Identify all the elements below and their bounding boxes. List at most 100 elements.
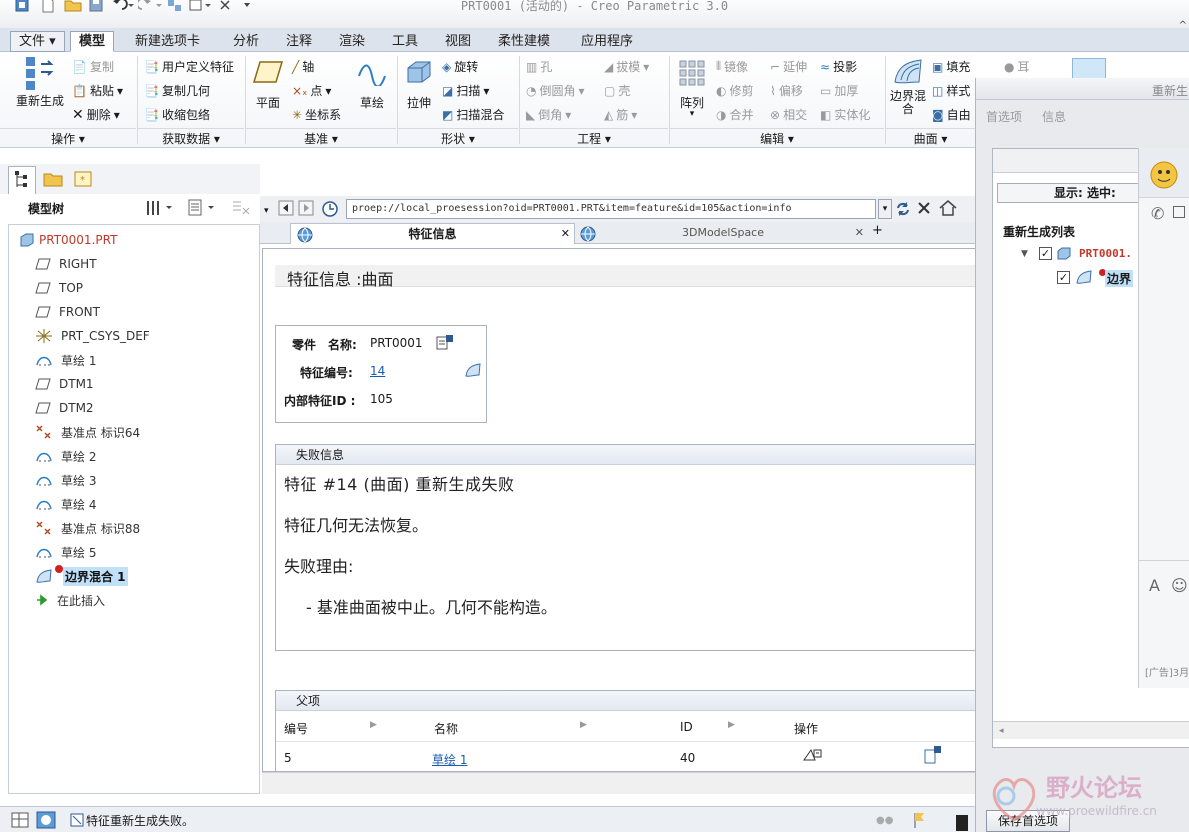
- action-icon[interactable]: [802, 747, 824, 763]
- settings-icon[interactable]: [144, 198, 174, 218]
- sweep-button[interactable]: ◪ 扫描 ▾: [442, 82, 489, 99]
- column-header[interactable]: 编号: [284, 720, 308, 737]
- horizontal-scrollbar[interactable]: [262, 772, 975, 794]
- checkbox[interactable]: ✓: [1039, 247, 1052, 260]
- copy-geometry-button[interactable]: 📑 复制几何: [144, 82, 210, 99]
- flag-icon[interactable]: [912, 811, 926, 829]
- part-info-icon[interactable]: [436, 334, 454, 350]
- pattern-button[interactable]: 阵列 ▾: [674, 58, 710, 119]
- folder-browser-tab[interactable]: [40, 166, 68, 194]
- tab-view[interactable]: 视图: [436, 31, 480, 52]
- group-engineering[interactable]: 工程 ▾: [520, 128, 668, 148]
- udf-button[interactable]: 📑 用户定义特征: [144, 58, 234, 75]
- url-input[interactable]: proep://local_proesession?oid=PRT0001.PR…: [346, 199, 876, 219]
- regen-item-feature[interactable]: 边界: [1105, 270, 1134, 287]
- model-tree-tab[interactable]: [8, 166, 36, 194]
- filter-icon[interactable]: [230, 198, 254, 218]
- column-header[interactable]: 操作: [794, 720, 818, 737]
- group-operations[interactable]: 操作 ▾: [0, 128, 136, 148]
- merge-button[interactable]: ◑ 合并: [716, 106, 754, 123]
- refresh-icon[interactable]: [894, 200, 912, 218]
- hole-button[interactable]: ▥ 孔: [526, 58, 552, 75]
- tree-item[interactable]: 草绘 4: [35, 493, 98, 515]
- tree-item[interactable]: 草绘 2: [35, 445, 98, 467]
- tree-item-boundary-blend[interactable]: 边界混合 1: [35, 565, 128, 587]
- sketch-button[interactable]: 草绘: [354, 58, 390, 111]
- tree-item[interactable]: DTM2: [35, 397, 96, 419]
- tab-new[interactable]: 新建选项卡: [126, 31, 209, 52]
- tab-3dmodelspace[interactable]: 3DModelSpace ✕: [578, 223, 868, 244]
- url-dropdown-icon[interactable]: ▾: [878, 199, 892, 219]
- history-icon[interactable]: [320, 199, 340, 219]
- close-tab-icon[interactable]: ✕: [561, 224, 570, 244]
- revolve-button[interactable]: ◈ 旋转: [442, 58, 478, 75]
- parent-name-link[interactable]: 草绘 1: [432, 751, 467, 768]
- csys-button[interactable]: ✳ 坐标系: [292, 106, 341, 123]
- feature-number-link[interactable]: 14: [370, 364, 385, 378]
- style-button[interactable]: ◫ 样式: [932, 82, 970, 99]
- font-icon[interactable]: A: [1149, 576, 1160, 595]
- back-icon[interactable]: [278, 200, 294, 216]
- column-header[interactable]: ID: [680, 720, 693, 734]
- fill-button[interactable]: ▣ 填充: [932, 58, 970, 75]
- tree-item[interactable]: PRT_CSYS_DEF: [35, 325, 152, 347]
- round-button[interactable]: ◔ 倒圆角 ▾: [526, 82, 585, 99]
- intersect-button[interactable]: ⊗ 相交: [770, 106, 807, 123]
- expand-icon[interactable]: ▼: [1021, 249, 1028, 259]
- group-surfaces[interactable]: 曲面 ▾: [886, 128, 975, 148]
- new-tab-icon[interactable]: +: [872, 223, 883, 238]
- thicken-button[interactable]: ▭ 加厚: [820, 82, 858, 99]
- sort-icon[interactable]: ▶: [728, 720, 735, 730]
- group-datum[interactable]: 基准 ▾: [246, 128, 396, 148]
- draft-button[interactable]: ◢ 拔模 ▾: [604, 58, 649, 75]
- phone-icon[interactable]: ✆: [1151, 204, 1164, 223]
- tab-feature-info[interactable]: 特征信息 ✕: [290, 223, 575, 244]
- browser-toggle-icon[interactable]: [36, 811, 56, 829]
- favorites-tab[interactable]: *: [70, 166, 98, 194]
- tab-file[interactable]: 文件 ▾: [10, 31, 65, 52]
- collapse-icon[interactable]: ▾: [264, 206, 269, 216]
- project-button[interactable]: ≈ 投影: [820, 58, 857, 75]
- selection-filter-icon[interactable]: [956, 815, 968, 831]
- screen-icon[interactable]: [1173, 206, 1185, 218]
- sort-icon[interactable]: ▶: [580, 720, 587, 730]
- tab-info[interactable]: 信息: [1042, 108, 1066, 125]
- swept-blend-button[interactable]: ◩ 扫描混合: [442, 106, 504, 123]
- shell-button[interactable]: ▢ 壳: [604, 82, 630, 99]
- regen-item-part[interactable]: PRT0001.: [1079, 247, 1132, 260]
- tree-item[interactable]: RIGHT: [35, 253, 99, 275]
- plane-button[interactable]: 平面: [248, 58, 288, 111]
- tab-render[interactable]: 渲染: [330, 31, 374, 52]
- group-shapes[interactable]: 形状 ▾: [398, 128, 518, 148]
- sort-icon[interactable]: ▶: [370, 720, 377, 730]
- extrude-button[interactable]: 拉伸: [400, 58, 438, 111]
- layout-icon[interactable]: [10, 811, 30, 829]
- close-tab-icon[interactable]: ✕: [855, 223, 864, 243]
- tree-item-part[interactable]: PRT0001.PRT: [19, 229, 119, 251]
- tree-item[interactable]: FRONT: [35, 301, 102, 323]
- tree-item[interactable]: 草绘 3: [35, 469, 98, 491]
- info-icon[interactable]: [922, 745, 942, 765]
- tree-item[interactable]: 草绘 5: [35, 541, 98, 563]
- tree-item-insert-here[interactable]: 在此插入: [35, 589, 107, 611]
- emoji-icon[interactable]: ☺: [1171, 576, 1188, 595]
- save-preferences-button[interactable]: 保存首选项: [986, 810, 1070, 832]
- tree-item[interactable]: DTM1: [35, 373, 96, 395]
- point-button[interactable]: ×ₓ 点 ▾: [292, 82, 331, 99]
- boundary-blend-button[interactable]: 边界混合: [888, 56, 928, 116]
- tree-item[interactable]: 基准点 标识88: [35, 517, 142, 539]
- trim-button[interactable]: ◐ 修剪: [716, 82, 754, 99]
- avatar[interactable]: [1149, 160, 1179, 190]
- tree-item[interactable]: TOP: [35, 277, 85, 299]
- column-header[interactable]: 名称: [434, 720, 458, 737]
- axis-button[interactable]: ╱ 轴: [292, 58, 314, 75]
- tree-item[interactable]: 基准点 标识64: [35, 421, 142, 443]
- solidify-button[interactable]: ◧ 实体化: [820, 106, 870, 123]
- tab-model[interactable]: 模型: [70, 31, 115, 52]
- mirror-button[interactable]: ⫴ 镜像: [716, 58, 748, 75]
- regenerate-button[interactable]: 重新生成: [10, 54, 70, 109]
- tab-tools[interactable]: 工具: [383, 31, 427, 52]
- chamfer-button[interactable]: ◣ 倒角 ▾: [526, 106, 571, 123]
- copy-button[interactable]: 📄 复制: [72, 58, 114, 75]
- forward-icon[interactable]: [298, 200, 314, 216]
